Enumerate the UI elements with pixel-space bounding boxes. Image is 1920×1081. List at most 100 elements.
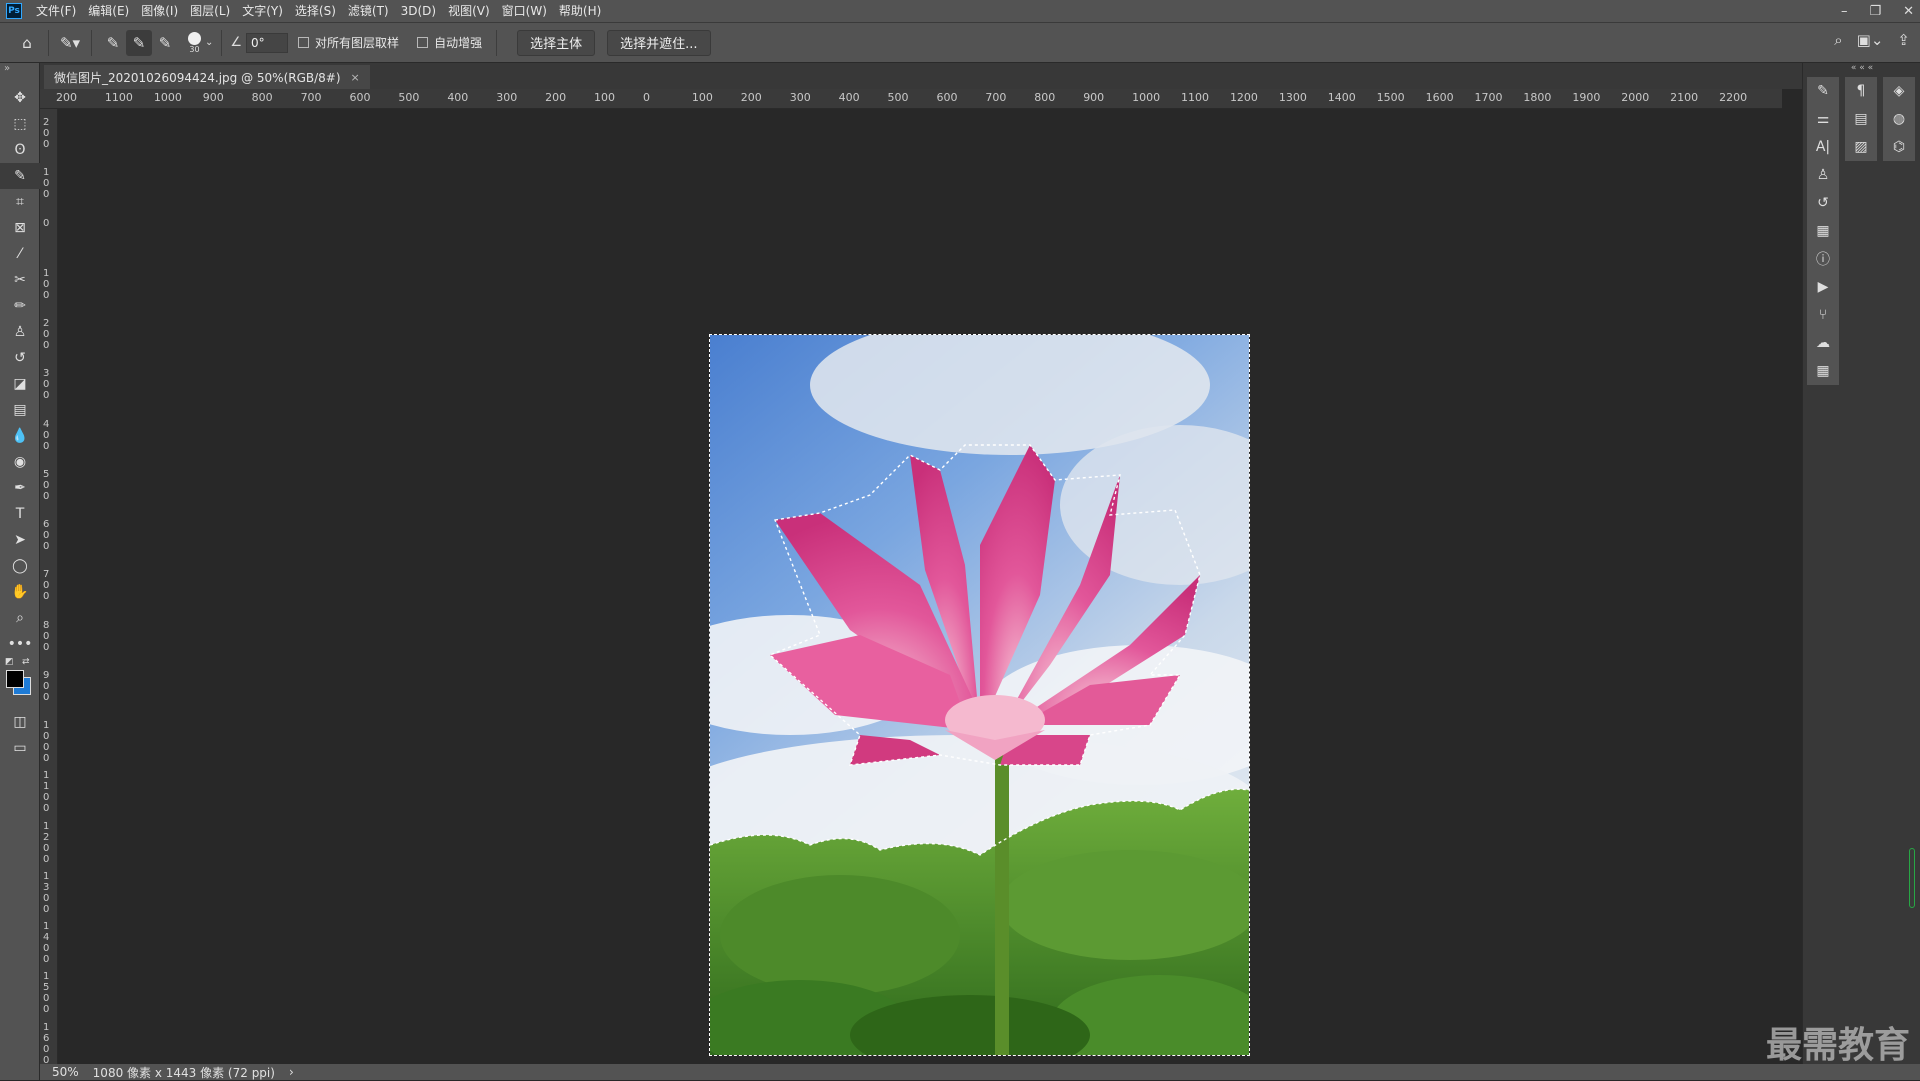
zoom-level[interactable]: 50% <box>52 1065 79 1079</box>
quick-mask-icon[interactable]: ◫ <box>0 709 40 735</box>
menu-view[interactable]: 视图(V) <box>442 0 496 22</box>
search-icon[interactable]: ⌕ <box>1834 31 1842 49</box>
menu-type[interactable]: 文字(Y) <box>236 0 289 22</box>
marquee-tool-icon[interactable]: ⬚ <box>0 111 40 137</box>
add-to-selection-brush-icon[interactable]: ✎ <box>126 29 152 56</box>
restore-icon[interactable]: ❐ <box>1869 4 1881 19</box>
share-icon[interactable]: ⇪ <box>1897 31 1910 49</box>
character-icon[interactable]: A| <box>1807 133 1839 161</box>
ruler-label: 300 <box>43 368 50 402</box>
channels-icon[interactable]: ⑂ <box>1807 301 1839 329</box>
ruler-label: 700 <box>985 91 1007 104</box>
more-tools-icon[interactable]: ••• <box>0 631 40 657</box>
layers-icon[interactable]: ◈ <box>1883 77 1915 105</box>
tool-preset-icon[interactable]: ✎▾ <box>57 30 83 56</box>
scroll-indicator[interactable] <box>1909 848 1915 908</box>
history-icon[interactable]: ↺ <box>1807 189 1839 217</box>
properties-icon[interactable]: ▦ <box>1807 217 1839 245</box>
angle-input[interactable]: 0° <box>246 32 289 53</box>
swatches-icon[interactable]: ◍ <box>1883 105 1915 133</box>
history-brush-tool-icon[interactable]: ↺ <box>0 345 40 371</box>
chevron-down-icon[interactable]: ⌄ <box>205 37 213 48</box>
close-tab-icon[interactable]: × <box>351 71 360 84</box>
zoom-tool-icon[interactable]: ⌕ <box>0 605 40 631</box>
swap-colors-icon[interactable]: ⇄ <box>22 657 30 667</box>
canvas-area[interactable] <box>58 109 1782 1064</box>
ruler-label: 1200 <box>43 820 50 865</box>
adjustments-icon[interactable]: ⚌ <box>1807 105 1839 133</box>
menu-window[interactable]: 窗口(W) <box>496 0 553 22</box>
ruler-label: 100 <box>594 91 616 104</box>
document-image[interactable] <box>709 334 1250 1056</box>
options-right-icons: ⌕ ▣⌄ ⇪ <box>1834 31 1910 49</box>
notes-icon[interactable]: ▨ <box>1845 133 1877 161</box>
brush-settings-icon[interactable]: ✎ <box>1807 77 1839 105</box>
photoshop-logo: Ps <box>6 3 22 19</box>
home-icon[interactable]: ⌂ <box>14 30 40 56</box>
frame-tool-icon[interactable]: ⊠ <box>0 215 40 241</box>
close-icon[interactable]: ✕ <box>1903 4 1914 19</box>
lotus-photo <box>710 335 1249 1055</box>
divider <box>221 29 223 56</box>
pen-tool-icon[interactable]: ✒ <box>0 475 40 501</box>
actions-icon[interactable]: ▶ <box>1807 273 1839 301</box>
paths-icon[interactable]: ⌬ <box>1883 133 1915 161</box>
default-colors-icon[interactable]: ◩ <box>5 657 14 667</box>
eraser-tool-icon[interactable]: ◪ <box>0 371 40 397</box>
select-and-mask-button[interactable]: 选择并遮住... <box>607 29 711 56</box>
path-selection-tool-icon[interactable]: ➤ <box>0 527 40 553</box>
eyedropper-tool-icon[interactable]: ⁄ <box>0 241 40 267</box>
menu-layer[interactable]: 图层(L) <box>184 0 236 22</box>
ruler-label: 400 <box>43 418 50 452</box>
ruler-label: 700 <box>300 91 322 104</box>
foreground-color-swatch[interactable] <box>6 670 24 688</box>
quick-selection-tool-icon[interactable]: ✎ <box>0 163 40 189</box>
clone-stamp-tool-icon[interactable]: ♙ <box>0 319 40 345</box>
auto-enhance-checkbox[interactable] <box>417 37 429 48</box>
ruler-label: 1700 <box>1474 91 1503 104</box>
document-tab-bar: 微信图片_20201026094424.jpg @ 50%(RGB/8#) × <box>40 63 1802 89</box>
clone-source-icon[interactable]: ♙ <box>1807 161 1839 189</box>
libraries-icon[interactable]: ▤ <box>1845 105 1877 133</box>
menu-help[interactable]: 帮助(H) <box>553 0 607 22</box>
subtract-selection-brush-icon[interactable]: ✎ <box>152 30 178 56</box>
type-tool-icon[interactable]: T <box>0 501 40 527</box>
ruler-label: 800 <box>1034 91 1056 104</box>
paragraph-icon[interactable]: ¶ <box>1845 77 1877 105</box>
menu-image[interactable]: 图像(I) <box>135 0 184 22</box>
brush-size-picker[interactable]: 30 <box>188 31 201 54</box>
sample-all-layers-checkbox[interactable] <box>298 37 310 48</box>
screen-mode-icon[interactable]: ▭ <box>0 735 40 761</box>
status-menu-arrow[interactable]: › <box>289 1065 294 1079</box>
move-tool-icon[interactable]: ✥ <box>0 85 40 111</box>
collapse-panels-icon[interactable]: « « « <box>1803 63 1920 77</box>
ruler-label: 1400 <box>43 921 50 966</box>
ruler-label: 200 <box>43 117 50 150</box>
3d-icon[interactable]: ☁ <box>1807 329 1839 357</box>
ellipse-tool-icon[interactable]: ◯ <box>0 553 40 579</box>
crop-tool-icon[interactable]: ⌗ <box>0 189 40 215</box>
menu-filter[interactable]: 滤镜(T) <box>342 0 395 22</box>
lasso-tool-icon[interactable]: ʘ <box>0 137 40 163</box>
menu-file[interactable]: 文件(F) <box>30 0 82 22</box>
menu-select[interactable]: 选择(S) <box>289 0 342 22</box>
panel-column-2: ¶ ▤ ▨ <box>1845 77 1877 161</box>
new-selection-brush-icon[interactable]: ✎ <box>100 30 126 56</box>
minimize-icon[interactable]: – <box>1841 4 1848 19</box>
info-icon[interactable]: ⓘ <box>1807 245 1839 273</box>
menu-edit[interactable]: 编辑(E) <box>82 0 135 22</box>
collapse-toolbar-icon[interactable]: » <box>0 63 39 85</box>
gradient-tool-icon[interactable]: ▤ <box>0 397 40 423</box>
timeline-icon[interactable]: ▦ <box>1807 357 1839 385</box>
ruler-label: 2100 <box>1670 91 1699 104</box>
document-tab[interactable]: 微信图片_20201026094424.jpg @ 50%(RGB/8#) × <box>44 65 370 89</box>
select-subject-button[interactable]: 选择主体 <box>517 29 596 56</box>
brush-tool-icon[interactable]: ✏ <box>0 293 40 319</box>
ruler-label: 400 <box>447 91 469 104</box>
blur-tool-icon[interactable]: 💧 <box>0 423 40 449</box>
workspace-icon[interactable]: ▣⌄ <box>1857 31 1884 49</box>
hand-tool-icon[interactable]: ✋ <box>0 579 40 605</box>
dodge-tool-icon[interactable]: ◉ <box>0 449 40 475</box>
menu-3d[interactable]: 3D(D) <box>395 0 442 22</box>
healing-brush-tool-icon[interactable]: ✂ <box>0 267 40 293</box>
